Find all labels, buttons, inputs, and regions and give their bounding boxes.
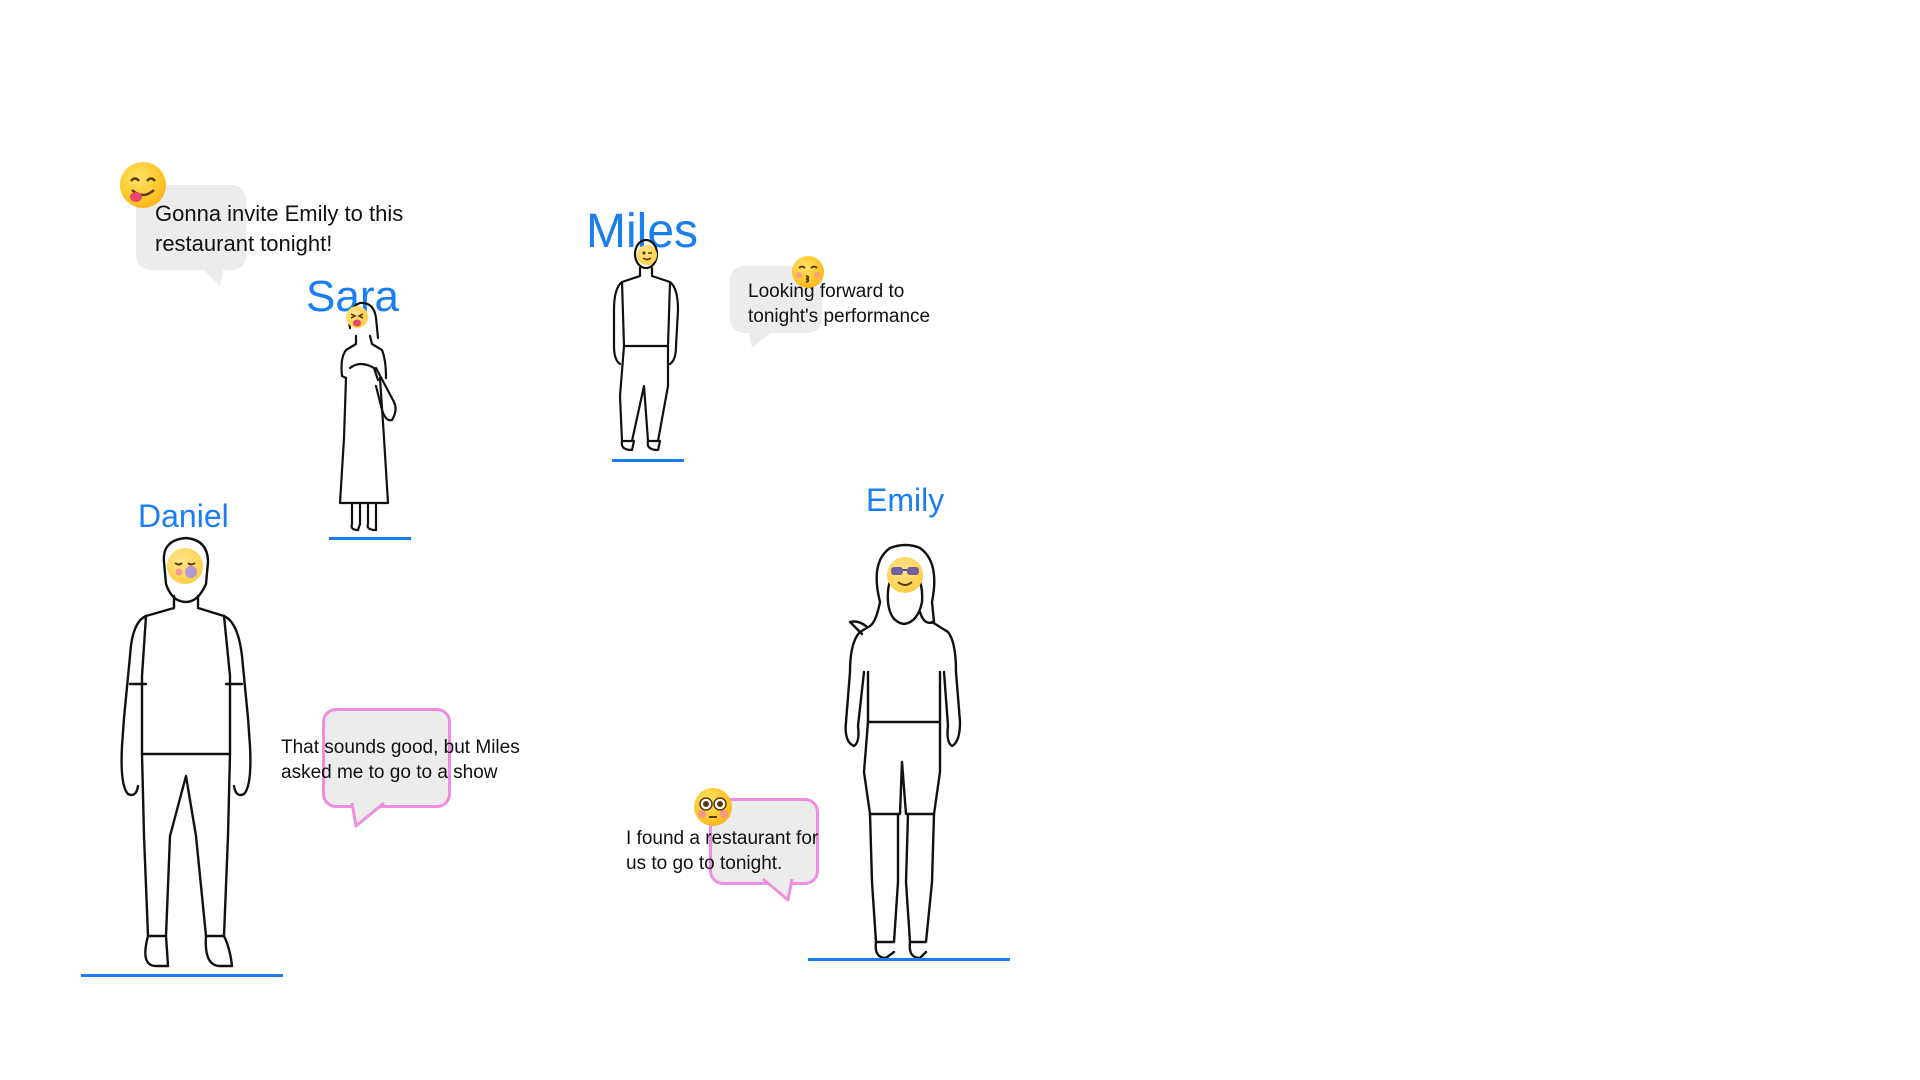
sara-thought-text: Gonna invite Emily to this restaurant to…: [155, 199, 403, 259]
miles-thought-line-1: Looking forward to: [748, 281, 905, 302]
sleepy-blushing-face-icon: [167, 548, 203, 584]
miles-thought-line-2: tonight's performance: [748, 306, 931, 327]
emily-message-line-2: us to go to tonight.: [626, 853, 783, 874]
sara-ground-line: [329, 537, 411, 540]
daniel-bubble-tail: [350, 801, 385, 828]
emily-ground-line: [808, 958, 1010, 961]
daniel-ground-line: [81, 974, 283, 977]
face-with-tongue-icon: [346, 306, 368, 328]
face-savoring-food-icon: [120, 162, 166, 208]
sara-figure: [338, 301, 397, 532]
daniel-reply-line-2: asked me to go to a show: [281, 762, 498, 783]
miles-ground-line: [612, 459, 684, 462]
daniel-figure: [120, 536, 252, 968]
miles-figure: [612, 238, 680, 452]
kissing-face-with-closed-eyes-icon: [792, 256, 824, 288]
emily-name-label: Emily: [866, 482, 945, 518]
daniel-reply-text: That sounds good, but Miles asked me to …: [281, 735, 520, 785]
daniel-reply-line-1: That sounds good, but Miles: [281, 737, 520, 758]
miles-bubble-tail: [748, 330, 774, 348]
emily-figure: [844, 543, 962, 960]
emily-message-text: I found a restaurant for us to go to ton…: [626, 826, 818, 876]
daniel-name-label: Daniel: [138, 498, 229, 534]
miles-thought-text: Looking forward to tonight's performance: [748, 279, 930, 329]
emily-message-line-1: I found a restaurant for: [626, 828, 819, 849]
sara-bubble-tail: [200, 266, 224, 286]
scene-canvas: Gonna invite Emily to this restaurant to…: [0, 0, 1920, 1080]
smiling-face-with-sunglasses-icon: [887, 557, 923, 593]
flushed-face-icon: [694, 788, 732, 826]
winking-face-icon: [637, 245, 657, 265]
sara-thought-line-2: restaurant tonight!: [155, 231, 333, 256]
emily-bubble-tail: [762, 877, 794, 902]
sara-thought-line-1: Gonna invite Emily to this: [155, 201, 404, 226]
